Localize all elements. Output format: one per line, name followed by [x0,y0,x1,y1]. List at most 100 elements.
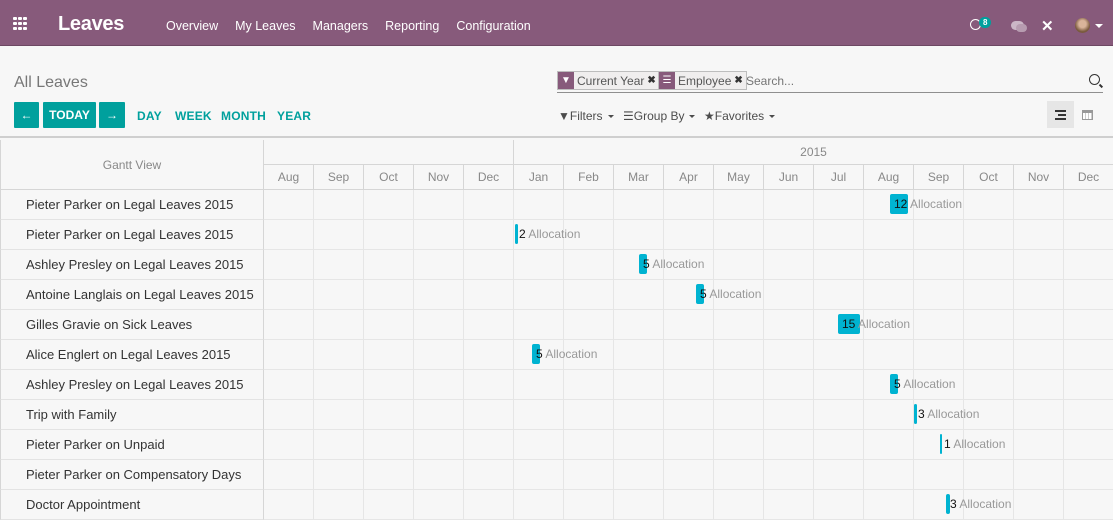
bar-text: Allocation [924,407,980,421]
bar-value: 2 [519,227,526,241]
bar-value: 3 [918,407,925,421]
debug-tools-icon[interactable]: ✕ [1041,19,1054,34]
scale-year[interactable]: YEAR [277,109,311,123]
next-button[interactable]: → [99,102,125,128]
bar-value: 12 [894,197,908,211]
apps-grid-icon[interactable] [13,17,29,31]
filter-icon: ▼ [558,109,570,123]
caret-down-icon [607,115,614,119]
gantt-header-label: Gantt View [0,140,264,190]
month-header-cell: Jul [814,165,864,190]
bar-label: 5 Allocation [536,347,597,361]
row-grid [264,370,1113,400]
row-grid [264,220,1113,250]
bar-label: 2 Allocation [519,227,580,241]
search-icon[interactable] [1089,74,1100,85]
chat-bubble-icon [1016,24,1027,32]
control-panel: All Leaves ← TODAY → DAY WEEK MONTH YEAR… [0,47,1113,138]
row-label: Pieter Parker on Unpaid [0,430,264,460]
month-header-cell: Sep [914,165,964,190]
bar-label: 15 Allocation [842,317,910,331]
month-header-cell: Aug [864,165,914,190]
bar-text: Allocation [900,377,956,391]
year-header-cell: 2015 [514,140,1113,165]
month-header-cell: Feb [564,165,614,190]
row-label: Alice Englert on Legal Leaves 2015 [0,340,264,370]
bar-text: Allocation [950,437,1006,451]
bar-label: 1 Allocation [944,437,1005,451]
row-label: Ashley Presley on Legal Leaves 2015 [0,250,264,280]
menu-item-reporting[interactable]: Reporting [385,19,439,33]
filters-label: Filters [569,109,603,123]
filters-dropdown[interactable]: ▼Filters [558,109,614,123]
group-by-label: Group By [633,109,685,123]
month-header-cell: Nov [414,165,464,190]
scale-day[interactable]: DAY [137,109,162,123]
bar-value: 1 [944,437,951,451]
month-header-cell: Apr [664,165,714,190]
facet-current-year: ▼ Current Year ✖ [557,71,660,90]
bar-label: 5 Allocation [894,377,955,391]
leave-bar[interactable] [515,224,518,244]
row-grid [264,280,1113,310]
bar-text: Allocation [525,227,581,241]
bar-label: 5 Allocation [700,287,761,301]
filter-icon: ▼ [558,72,574,89]
facet-label: Current Year [577,73,645,88]
menu-item-configuration[interactable]: Configuration [456,19,530,33]
row-label: Gilles Gravie on Sick Leaves [0,310,264,340]
bar-text: Allocation [706,287,762,301]
search-bar: ▼ Current Year ✖ ☰ Employee ✖ [557,69,1103,93]
row-grid [264,310,1113,340]
row-label: Trip with Family [0,400,264,430]
row-grid [264,400,1113,430]
group-by-dropdown[interactable]: ☰Group By [623,109,696,123]
bar-value: 15 [842,317,856,331]
month-header-cell: Mar [614,165,664,190]
bar-text: Allocation [542,347,598,361]
favorites-label: Favorites [714,109,765,123]
menu-item-managers[interactable]: Managers [313,19,369,33]
month-header-cell: Aug [264,165,314,190]
bar-value: 3 [950,497,957,511]
scale-month[interactable]: MONTH [221,109,266,123]
month-header-cell: Dec [464,165,514,190]
row-grid [264,340,1113,370]
row-grid [264,460,1113,490]
bar-text: Allocation [956,497,1012,511]
month-header-cell: Sep [314,165,364,190]
year-header-cell [264,140,514,165]
search-input[interactable] [746,71,1076,90]
month-header-cell: Nov [1014,165,1064,190]
bar-value: 5 [536,347,543,361]
row-label: Ashley Presley on Legal Leaves 2015 [0,370,264,400]
month-header-cell: Jun [764,165,814,190]
scale-week[interactable]: WEEK [175,109,212,123]
bar-label: 12 Allocation [894,197,962,211]
calendar-view-button[interactable] [1082,110,1093,120]
bar-value: 5 [643,257,650,271]
row-label: Pieter Parker on Legal Leaves 2015 [0,190,264,220]
today-button[interactable]: TODAY [43,102,96,128]
leave-bar[interactable] [940,434,942,454]
prev-button[interactable]: ← [14,102,39,128]
row-grid [264,190,1113,220]
caret-down-icon [769,115,776,119]
gantt-view-button[interactable] [1047,101,1074,128]
group-icon: ☰ [659,72,675,89]
caret-down-icon[interactable] [1095,24,1103,28]
bar-value: 5 [894,377,901,391]
row-label: Doctor Appointment [0,490,264,520]
bar-text: Allocation [907,197,963,211]
row-label: Pieter Parker on Legal Leaves 2015 [0,220,264,250]
user-avatar[interactable] [1075,18,1090,33]
favorites-dropdown[interactable]: ★Favorites [704,109,776,123]
remove-facet-icon[interactable]: ✖ [734,75,745,86]
leave-bar[interactable] [914,404,917,424]
top-navbar: Leaves Overview My Leaves Managers Repor… [0,0,1113,46]
month-header-cell: Dec [1064,165,1113,190]
activity-badge: 8 [979,17,992,28]
caret-down-icon [689,115,696,119]
menu-item-overview[interactable]: Overview [166,19,218,33]
menu-item-my-leaves[interactable]: My Leaves [235,19,295,33]
